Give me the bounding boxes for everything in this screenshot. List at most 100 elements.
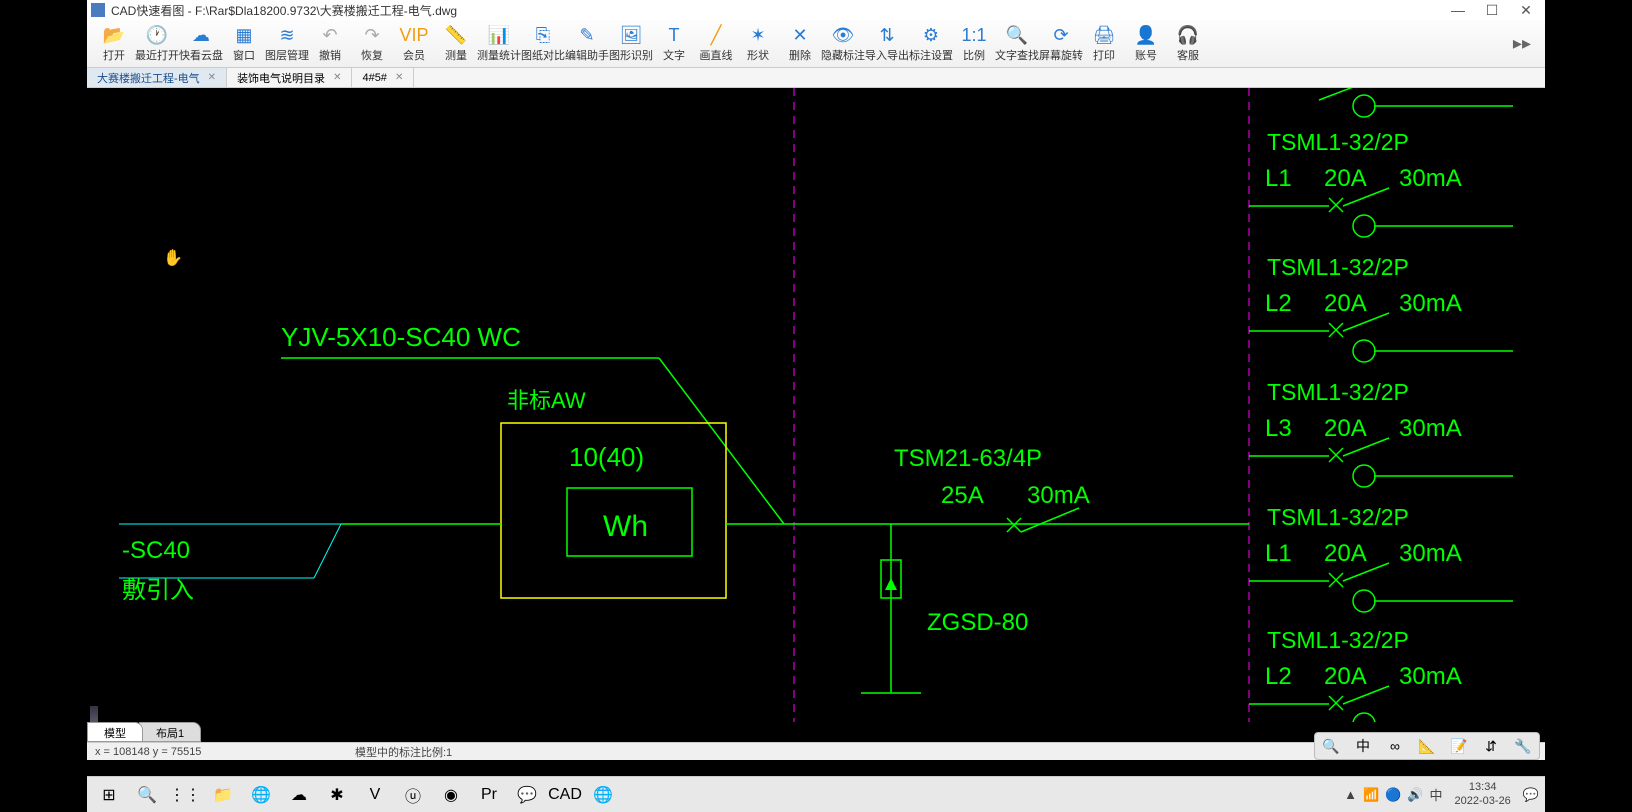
tray-icon[interactable]: 🔵: [1385, 787, 1401, 803]
taskbar-app-2[interactable]: ⋮⋮: [169, 780, 201, 810]
tray-icon[interactable]: 中: [1430, 785, 1443, 804]
delete-icon: ✕: [789, 24, 811, 46]
io-button[interactable]: ⇅导入导出: [865, 21, 909, 67]
taskbar-app-3[interactable]: 📁: [207, 780, 239, 810]
taskbar-app-13[interactable]: 🌐: [587, 780, 619, 810]
svg-text:TSML1-32/2P: TSML1-32/2P: [1267, 379, 1409, 405]
right-tool-5[interactable]: ⇵: [1479, 734, 1503, 758]
scale-button[interactable]: 1:1比例: [953, 21, 995, 67]
svg-text:30mA: 30mA: [1399, 415, 1462, 442]
taskbar-app-5[interactable]: ☁: [283, 780, 315, 810]
toolbar-more[interactable]: ▸▸: [1505, 33, 1539, 54]
tray-icon[interactable]: ▲: [1344, 787, 1357, 802]
taskbar-app-10[interactable]: Pr: [473, 780, 505, 810]
line-button[interactable]: ╱画直线: [695, 21, 737, 67]
tray-icon[interactable]: 🔊: [1407, 787, 1423, 803]
right-tool-0[interactable]: 🔍: [1319, 734, 1343, 758]
right-tool-2[interactable]: ∞: [1383, 734, 1407, 758]
compare-button[interactable]: ⎘图纸对比: [521, 21, 565, 67]
svg-text:L3: L3: [1265, 415, 1292, 442]
open-button[interactable]: 📂打开: [93, 21, 135, 67]
main-cur: 25A: [941, 482, 984, 509]
taskbar-app-12[interactable]: CAD: [549, 780, 581, 810]
file-tab[interactable]: 大赛楼搬迁工程-电气✕: [87, 68, 227, 87]
svg-text:L1: L1: [1265, 540, 1292, 567]
print-button[interactable]: 🖨打印: [1083, 21, 1125, 67]
taskbar-app-11[interactable]: 💬: [511, 780, 543, 810]
svg-text:20A: 20A: [1324, 415, 1367, 442]
hide-button[interactable]: 👁隐藏标注: [821, 21, 865, 67]
svg-text:20A: 20A: [1324, 290, 1367, 317]
taskbar-app-0[interactable]: ⊞: [93, 780, 125, 810]
notifications-icon[interactable]: 💬: [1523, 787, 1539, 803]
window-icon: ▦: [233, 24, 255, 46]
layout-tabs: 模型布局1: [87, 722, 197, 742]
taskbar-app-8[interactable]: ⓤ: [397, 780, 429, 810]
clock[interactable]: 13:34 2022-03-26: [1455, 781, 1511, 807]
text-button[interactable]: T文字: [653, 21, 695, 67]
svg-text:20A: 20A: [1324, 165, 1367, 192]
undo-icon: ↶: [319, 24, 341, 46]
svg-text:TSML1-32/2P: TSML1-32/2P: [1267, 627, 1409, 653]
drawing-canvas[interactable]: -SC40 敷引入 YJV-5X10-SC40 WC 非标AW 10(40) W…: [87, 88, 1545, 722]
window-button[interactable]: ▦窗口: [223, 21, 265, 67]
recognize-icon: 🖼: [620, 24, 642, 46]
shape-button[interactable]: ✶形状: [737, 21, 779, 67]
svg-text:20A: 20A: [1324, 540, 1367, 567]
find-button[interactable]: 🔍文字查找: [995, 21, 1039, 67]
layout-tab[interactable]: 布局1: [139, 722, 201, 742]
taskbar-app-7[interactable]: V: [359, 780, 391, 810]
vip-button[interactable]: VIP会员: [393, 21, 435, 67]
tab-close-icon[interactable]: ✕: [208, 72, 216, 83]
rotate-button[interactable]: ⟳屏幕旋转: [1039, 21, 1083, 67]
svg-text:20A: 20A: [1324, 663, 1367, 690]
taskbar-app-4[interactable]: 🌐: [245, 780, 277, 810]
right-tool-palette: 🔍 中 ∞ 📐 📝 ⇵ 🔧: [1314, 732, 1540, 760]
recognize-button[interactable]: 🖼图形识别: [609, 21, 653, 67]
edit-button[interactable]: ✎编辑助手: [565, 21, 609, 67]
box-unit: Wh: [603, 510, 648, 543]
right-tool-3[interactable]: 📐: [1415, 734, 1439, 758]
taskbar-app-1[interactable]: 🔍: [131, 780, 163, 810]
sidebar-handle[interactable]: [90, 706, 98, 722]
left-note-text: 敷引入: [122, 577, 194, 604]
svg-text:TSML1-32/2P: TSML1-32/2P: [1267, 254, 1409, 280]
annset-icon: ⚙: [920, 24, 942, 46]
cable-label: YJV-5X10-SC40 WC: [281, 322, 521, 352]
svg-text:L2: L2: [1265, 663, 1292, 690]
app-icon: [91, 3, 105, 17]
taskbar-app-9[interactable]: ◉: [435, 780, 467, 810]
close-button[interactable]: ✕: [1519, 3, 1533, 17]
right-tool-1[interactable]: 中: [1351, 734, 1375, 758]
layer-button[interactable]: ≋图层管理: [265, 21, 309, 67]
account-button[interactable]: 👤账号: [1125, 21, 1167, 67]
text-icon: T: [663, 24, 685, 46]
support-button[interactable]: 🎧客服: [1167, 21, 1209, 67]
layout-tab[interactable]: 模型: [87, 722, 143, 742]
cloud-button[interactable]: ☁快看云盘: [179, 21, 223, 67]
minimize-button[interactable]: —: [1451, 3, 1465, 17]
delete-button[interactable]: ✕删除: [779, 21, 821, 67]
recent-button[interactable]: 🕐最近打开: [135, 21, 179, 67]
file-tab[interactable]: 4#5#✕: [352, 68, 414, 87]
right-tool-6[interactable]: 🔧: [1511, 734, 1535, 758]
svg-text:L1: L1: [1265, 165, 1292, 192]
annset-button[interactable]: ⚙标注设置: [909, 21, 953, 67]
maximize-button[interactable]: ☐: [1485, 3, 1499, 17]
vip-icon: VIP: [403, 24, 425, 46]
undo-button[interactable]: ↶撤销: [309, 21, 351, 67]
right-tool-4[interactable]: 📝: [1447, 734, 1471, 758]
tray-icon[interactable]: 📶: [1363, 787, 1379, 803]
support-icon: 🎧: [1177, 24, 1199, 46]
box-label: 非标AW: [507, 388, 586, 413]
svg-text:30mA: 30mA: [1399, 663, 1462, 690]
file-tab[interactable]: 装饰电气说明目录✕: [227, 68, 352, 87]
account-icon: 👤: [1135, 24, 1157, 46]
measure-icon: 📏: [445, 24, 467, 46]
tab-close-icon[interactable]: ✕: [395, 72, 403, 83]
measure-button[interactable]: 📏测量: [435, 21, 477, 67]
redo-button[interactable]: ↷恢复: [351, 21, 393, 67]
taskbar-app-6[interactable]: ✱: [321, 780, 353, 810]
mstats-button[interactable]: 📊测量统计: [477, 21, 521, 67]
tab-close-icon[interactable]: ✕: [333, 72, 341, 83]
